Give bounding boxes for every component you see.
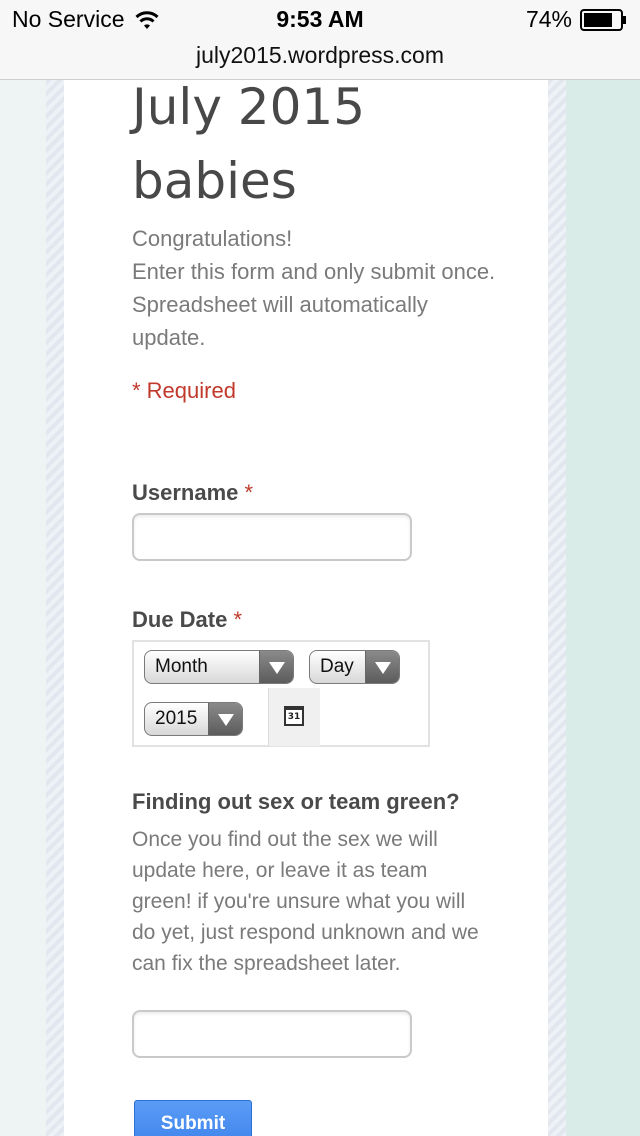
page-right-gutter (566, 80, 640, 1136)
sex-question-help: Once you find out the sex we will update… (132, 828, 479, 975)
battery-percent: 74% (525, 6, 572, 32)
calendar-icon: 31 (284, 706, 304, 726)
battery-status: 74% (526, 6, 628, 33)
sex-question-label: Finding out sex or team green? (132, 789, 460, 814)
day-select-value: Day (320, 656, 354, 677)
page-left-gutter (0, 80, 46, 1136)
status-bar: No Service 9:53 AM 74% (0, 0, 640, 40)
battery-icon (580, 8, 626, 31)
day-select[interactable]: Day (309, 650, 400, 684)
username-label: Username * (132, 480, 253, 506)
required-asterisk: * (244, 480, 254, 505)
submit-button[interactable]: Submit (134, 1100, 252, 1136)
form-description: Congratulations! Enter this form and onl… (132, 222, 502, 354)
description-line: Congratulations! (132, 226, 293, 251)
page-left-border (46, 80, 64, 1136)
page-right-border (548, 80, 566, 1136)
address-bar[interactable]: july2015.wordpress.com (0, 40, 640, 80)
due-date-label: Due Date * (132, 607, 242, 633)
required-asterisk: * (233, 607, 243, 632)
year-select[interactable]: 2015 (144, 702, 243, 736)
form-title: July 2015 babies (132, 80, 366, 210)
username-input[interactable] (132, 513, 412, 561)
chevron-down-icon (259, 651, 293, 683)
due-date-label-text: Due Date (132, 607, 228, 632)
month-select[interactable]: Month (144, 650, 294, 684)
month-select-value: Month (155, 656, 208, 677)
required-note: * Required (132, 378, 236, 403)
sex-input[interactable] (132, 1010, 412, 1058)
year-select-value: 2015 (155, 708, 198, 729)
form-card: July 2015 babies Congratulations! Enter … (64, 80, 548, 1136)
calendar-button[interactable]: 31 (268, 688, 320, 746)
username-label-text: Username (132, 480, 239, 505)
description-line: Enter this form and only submit once. Sp… (132, 259, 496, 350)
due-date-picker: Month Day 2015 31 (132, 640, 430, 747)
chevron-down-icon (208, 703, 242, 735)
chevron-down-icon (365, 651, 399, 683)
